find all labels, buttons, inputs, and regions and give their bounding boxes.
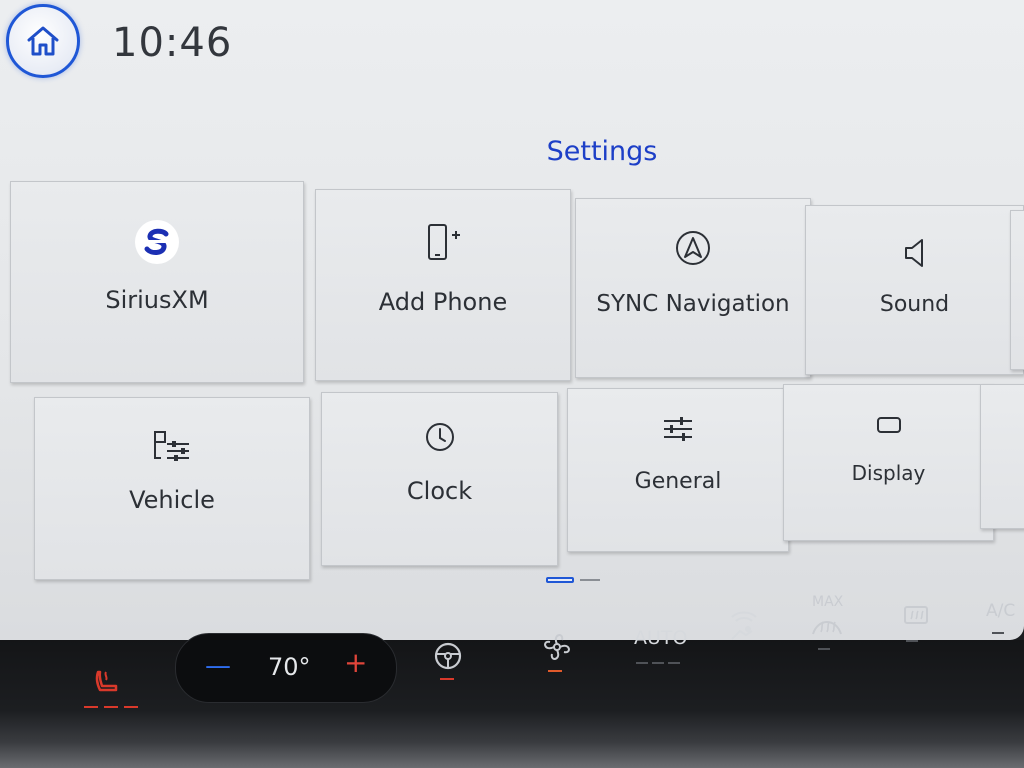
home-button[interactable] bbox=[6, 4, 80, 78]
tile-label: Display bbox=[851, 461, 926, 485]
tile-partial[interactable] bbox=[980, 384, 1024, 529]
rear-defrost-icon[interactable] bbox=[902, 604, 930, 628]
seat-level bbox=[104, 706, 118, 708]
max-defrost-icon[interactable] bbox=[810, 612, 844, 638]
siriusxm-icon bbox=[135, 220, 179, 264]
page-dot bbox=[580, 579, 600, 581]
home-icon bbox=[27, 26, 59, 56]
page-indicator bbox=[546, 577, 600, 583]
tile-label: SYNC Navigation bbox=[596, 291, 790, 317]
auto-button[interactable]: AUTO bbox=[634, 627, 687, 649]
tile-siriusxm[interactable]: SiriusXM bbox=[10, 181, 304, 383]
clock-time: 10:46 bbox=[112, 20, 233, 66]
temp-up-button[interactable]: + bbox=[344, 646, 367, 679]
rear-defrost-indicator bbox=[906, 640, 918, 642]
max-defrost-indicator bbox=[818, 648, 830, 650]
temperature-value: 70° bbox=[268, 653, 311, 681]
tile-label: SiriusXM bbox=[105, 286, 209, 314]
tile-label: Vehicle bbox=[129, 486, 215, 514]
infotainment-screen: 10:46 Settings SiriusXM Add Phone SYNC N… bbox=[0, 0, 1024, 640]
page-title: Settings bbox=[546, 136, 658, 167]
tile-sync-navigation[interactable]: SYNC Navigation bbox=[575, 198, 811, 378]
seat-level bbox=[84, 706, 98, 708]
ac-indicator bbox=[992, 632, 1004, 634]
fan-level bbox=[548, 670, 562, 672]
fan-icon[interactable] bbox=[540, 630, 574, 664]
sliders-icon bbox=[664, 417, 692, 441]
temp-down-button[interactable]: — bbox=[205, 651, 231, 681]
max-defrost-label: MAX bbox=[812, 594, 844, 610]
display-icon bbox=[876, 417, 901, 433]
navigation-icon bbox=[676, 231, 710, 265]
tile-label: General bbox=[634, 469, 722, 494]
tile-general[interactable]: General bbox=[567, 388, 789, 552]
heated-steering-wheel-icon[interactable] bbox=[432, 640, 464, 672]
seat-level bbox=[124, 706, 138, 708]
tile-label: Clock bbox=[406, 477, 473, 505]
ac-button[interactable]: A/C bbox=[986, 601, 1015, 621]
tile-sound[interactable]: Sound bbox=[805, 205, 1024, 375]
tile-label: Sound bbox=[879, 292, 950, 317]
auto-indicator bbox=[652, 662, 664, 664]
heated-seat-icon[interactable] bbox=[92, 668, 122, 698]
speaker-icon bbox=[904, 239, 923, 267]
add-phone-icon bbox=[428, 224, 460, 260]
clock-icon bbox=[425, 423, 454, 451]
steering-heat-level bbox=[440, 678, 454, 680]
tile-add-phone[interactable]: Add Phone bbox=[315, 189, 571, 381]
recirculation-icon[interactable] bbox=[724, 605, 764, 645]
tile-display[interactable]: Display bbox=[783, 384, 994, 541]
tile-clock[interactable]: Clock bbox=[321, 392, 558, 566]
tile-vehicle[interactable]: Vehicle bbox=[34, 397, 310, 580]
tile-partial[interactable] bbox=[1010, 210, 1024, 370]
auto-indicator bbox=[636, 662, 648, 664]
auto-indicator bbox=[668, 662, 680, 664]
tile-label: Add Phone bbox=[378, 288, 508, 316]
page-dot-active bbox=[546, 577, 574, 583]
climate-bar bbox=[0, 640, 1024, 768]
vehicle-settings-icon bbox=[154, 431, 189, 461]
